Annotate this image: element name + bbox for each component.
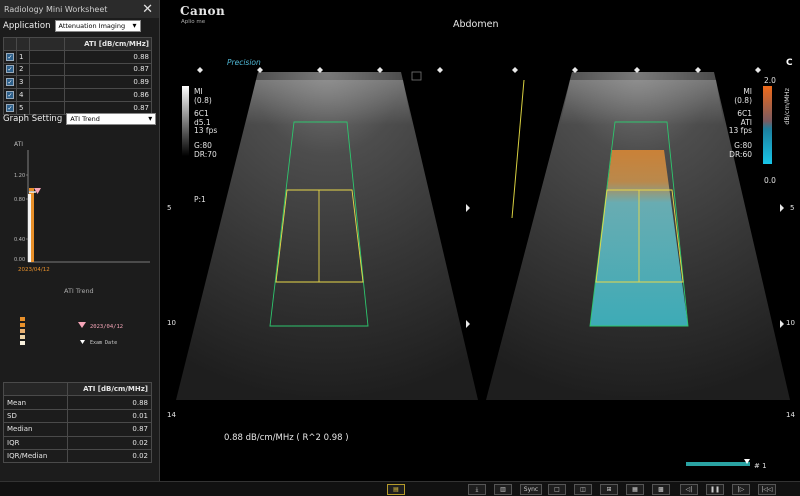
save-icon[interactable]: ⤓ <box>468 484 486 495</box>
folder-icon[interactable]: ▤ <box>387 484 405 495</box>
cine-frame-label: # 1 <box>754 462 767 470</box>
depth-label: 5 <box>167 204 172 212</box>
pause-icon[interactable]: ❚❚ <box>706 484 724 495</box>
sync-button[interactable]: Sync <box>520 484 542 495</box>
grayscale-bar <box>182 86 189 156</box>
frame-icon <box>411 71 422 81</box>
left-near-field-band <box>245 80 412 125</box>
quad-view-icon[interactable]: ⊞ <box>600 484 618 495</box>
system-model: Aplio me <box>181 19 206 25</box>
color-scale-bar <box>763 86 772 164</box>
color-scale-min: 0.0 <box>764 176 776 185</box>
layout-icon[interactable]: ▥ <box>494 484 512 495</box>
brand-logo: Canon <box>180 4 226 18</box>
dual-view-icon[interactable]: ◫ <box>574 484 592 495</box>
multi-view-icon[interactable]: ▩ <box>652 484 670 495</box>
measurement-result: 0.88 dB/cm/MHz ( R^2 0.98 ) <box>224 433 349 443</box>
depth-label: 5 <box>790 204 795 212</box>
mode-label: Precision <box>227 58 261 67</box>
depth-label: 14 <box>786 411 795 419</box>
depth-label: 10 <box>167 319 176 327</box>
rewind-icon[interactable]: |◁◁ <box>758 484 776 495</box>
angle-guide-line <box>511 79 525 219</box>
grid-view-icon[interactable]: ▦ <box>626 484 644 495</box>
step-back-icon[interactable]: ◁| <box>680 484 698 495</box>
cine-slider <box>686 462 750 466</box>
single-view-icon[interactable]: □ <box>548 484 566 495</box>
right-near-field-band <box>560 80 724 125</box>
step-forward-icon[interactable]: |▷ <box>732 484 750 495</box>
corner-label: C <box>786 58 793 68</box>
color-scale-max: 2.0 <box>764 76 776 85</box>
right-params: MI (0.8) 6C1 ATI 13 fps G:80 DR:60 <box>728 87 752 159</box>
left-params: MI (0.8) 6C1 d5.1 13 fps G:80 DR:70 <box>194 87 218 159</box>
depth-label: 10 <box>786 319 795 327</box>
exam-title: Abdomen <box>453 19 499 30</box>
depth-label: 14 <box>167 411 176 419</box>
ultrasound-images[interactable] <box>0 0 800 481</box>
color-scale-unit: dB/cm/MHz <box>783 88 791 125</box>
bottom-toolbar: ▤ ⤓ ▥ Sync □ ◫ ⊞ ▦ ▩ ◁| ❚❚ |▷ |◁◁ <box>0 481 800 496</box>
left-preset: P:1 <box>194 195 206 204</box>
